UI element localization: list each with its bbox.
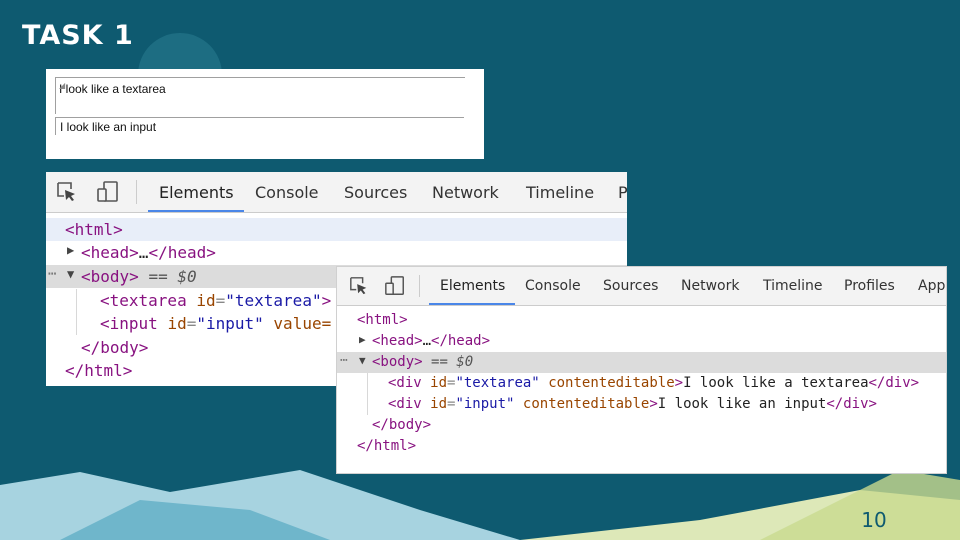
devtools-panel-after: Elements Console Sources Network Timelin… — [336, 266, 947, 474]
tab-elements[interactable]: Elements — [440, 278, 505, 294]
collapse-triangle-icon[interactable]: ▼ — [67, 267, 74, 281]
dom-row-html[interactable]: <html> — [337, 310, 946, 331]
active-tab-indicator — [429, 303, 515, 305]
demo-input-text: I look like an input — [60, 120, 157, 134]
dom-row-body-close[interactable]: </body> — [337, 415, 946, 436]
expand-triangle-icon[interactable]: ▶ — [67, 243, 74, 257]
inspect-cursor-icon[interactable] — [56, 181, 78, 203]
tab-network[interactable]: Network — [432, 183, 499, 202]
tab-profiles[interactable]: Profiles — [844, 278, 895, 294]
tab-application-truncated[interactable]: App — [918, 278, 945, 294]
slide-title: TASK 1 — [22, 20, 134, 51]
tab-network[interactable]: Network — [681, 278, 739, 294]
demo-input[interactable]: I look like an input — [55, 117, 464, 135]
dom-row-head[interactable]: ▶ <head>…</head> — [337, 331, 946, 352]
device-mode-icon[interactable] — [96, 180, 120, 204]
tab-sources[interactable]: Sources — [603, 278, 658, 294]
dom-row-html-close[interactable]: </html> — [337, 436, 946, 457]
active-tab-indicator — [148, 210, 244, 212]
collapse-triangle-icon[interactable]: ▼ — [359, 354, 366, 367]
tab-console[interactable]: Console — [255, 183, 319, 202]
rendered-page-preview: I look like a textarea ◢ I look like an … — [46, 69, 484, 159]
tab-timeline[interactable]: Timeline — [526, 183, 594, 202]
slide-number: 10 — [861, 508, 887, 532]
dom-row-body-selected[interactable]: ⋯ ▼ <body> == $0 — [337, 352, 946, 373]
demo-textarea[interactable]: I look like a textarea ◢ — [55, 77, 465, 114]
expand-triangle-icon[interactable]: ▶ — [359, 333, 366, 346]
dom-row-div-input[interactable]: <div id="input" contenteditable>I look l… — [337, 394, 946, 415]
dom-row-head[interactable]: ▶ <head>…</head> — [46, 241, 627, 264]
dom-row-html[interactable]: <html> — [46, 218, 627, 241]
resize-grip-icon[interactable]: ◢ — [59, 82, 465, 114]
tab-timeline[interactable]: Timeline — [763, 278, 823, 294]
inspect-cursor-icon[interactable] — [349, 276, 369, 296]
tab-console[interactable]: Console — [525, 278, 581, 294]
tab-sources[interactable]: Sources — [344, 183, 407, 202]
devtools-toolbar: Elements Console Sources Network Timelin… — [337, 267, 946, 306]
device-mode-icon[interactable] — [384, 275, 406, 297]
tab-profiles-truncated[interactable]: P — [618, 183, 627, 202]
devtools-toolbar: Elements Console Sources Network Timelin… — [46, 172, 627, 213]
tab-elements[interactable]: Elements — [159, 183, 234, 202]
dom-row-div-textarea[interactable]: <div id="textarea" contenteditable>I loo… — [337, 373, 946, 394]
